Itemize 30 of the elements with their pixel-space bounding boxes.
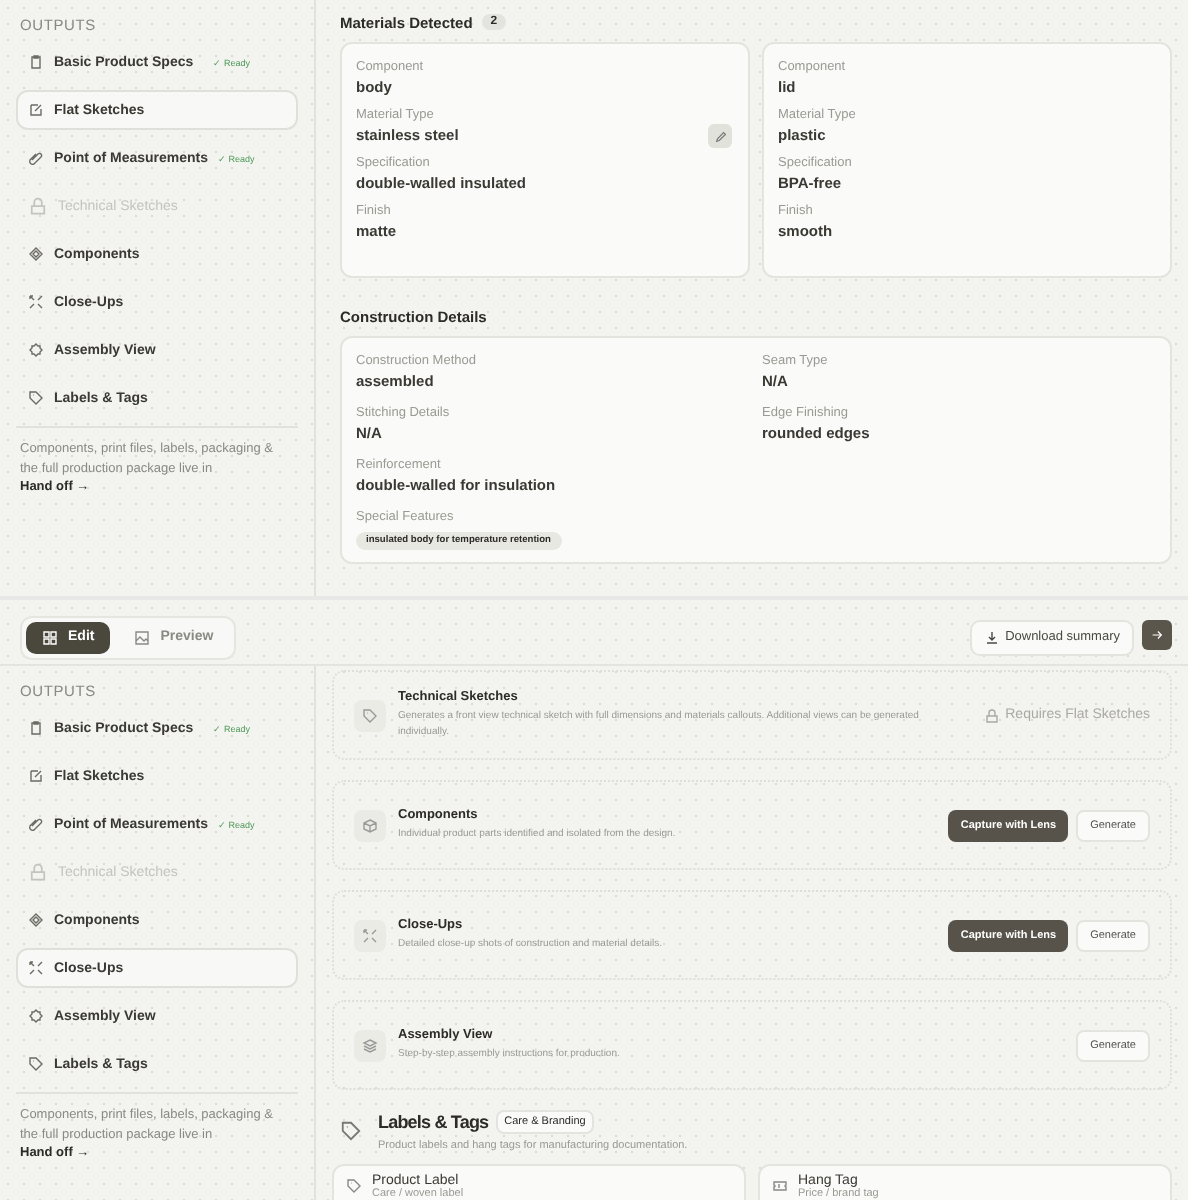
expand-icon: [354, 919, 386, 951]
arrow-right-icon: [1150, 627, 1164, 641]
paperclip-icon: [28, 150, 44, 166]
paperclip-icon: [28, 816, 44, 832]
tag-icon: [340, 1120, 362, 1142]
next-button[interactable]: [1142, 619, 1172, 649]
diamond-icon: [28, 912, 44, 928]
gear-icon: [28, 1008, 44, 1024]
diamond-icon: [28, 246, 44, 262]
cube-icon: [354, 809, 386, 841]
clipboard-icon: [28, 54, 44, 70]
lock-icon: [28, 196, 48, 216]
lock-icon: [983, 707, 1000, 723]
image-icon: [134, 629, 151, 645]
grid-icon: [42, 629, 58, 645]
tag-icon: [28, 390, 44, 406]
expand-icon: [28, 960, 44, 976]
pencil-icon: [713, 129, 727, 143]
layers-icon: [354, 1029, 386, 1061]
tag-icon: [28, 1056, 44, 1072]
clipboard-icon: [28, 720, 44, 736]
tag-icon: [354, 699, 386, 731]
download-icon: [983, 629, 1000, 645]
edit-button[interactable]: [708, 124, 732, 148]
ticket-icon: [772, 1178, 788, 1194]
expand-icon: [28, 294, 44, 310]
tag-icon: [346, 1178, 362, 1194]
gear-icon: [28, 342, 44, 358]
section-title: Labels & Tags: [378, 1112, 489, 1132]
lock-icon: [28, 862, 48, 882]
